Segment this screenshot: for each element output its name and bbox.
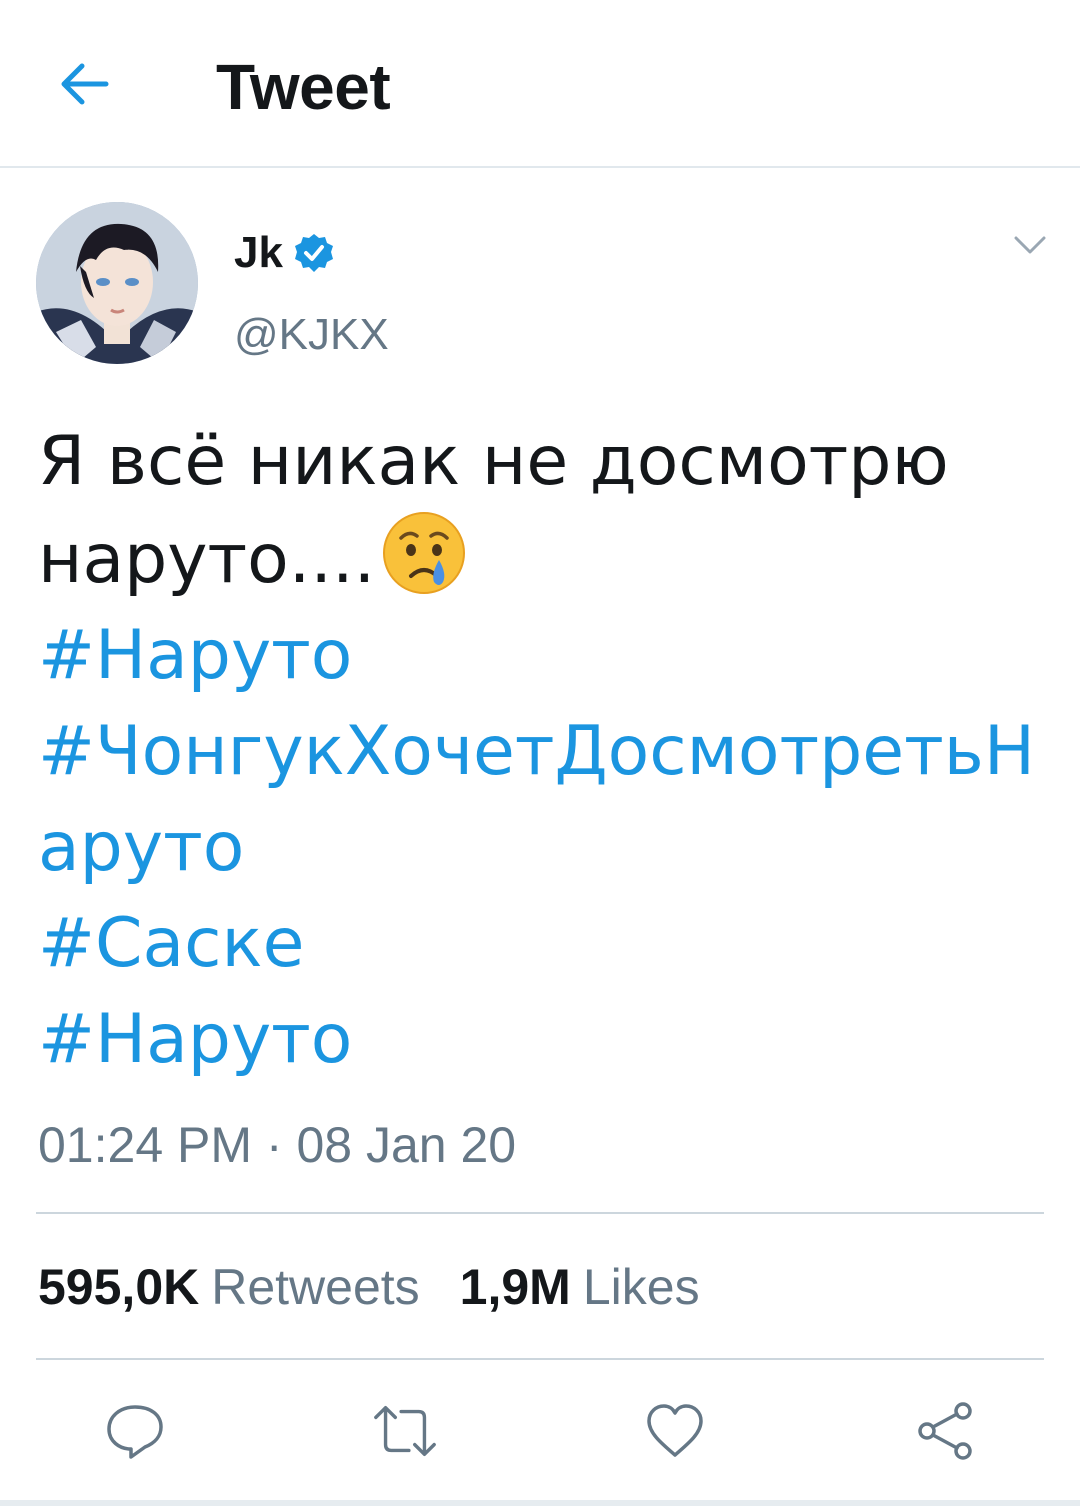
retweet-icon bbox=[374, 1405, 436, 1457]
divider bbox=[36, 1212, 1044, 1214]
retweets-count: 595,0K bbox=[38, 1259, 200, 1315]
arrow-left-icon bbox=[61, 63, 109, 105]
hashtag-link[interactable]: #Наруто bbox=[38, 608, 1048, 704]
reply-icon bbox=[107, 1405, 163, 1459]
top-bar: Tweet bbox=[0, 0, 1080, 168]
like-icon bbox=[647, 1404, 703, 1457]
action-bar bbox=[0, 1396, 1080, 1466]
divider bbox=[36, 1358, 1044, 1360]
tweet-text-line: Я всё никак не досмотрю bbox=[38, 422, 949, 501]
page-title: Tweet bbox=[216, 51, 391, 123]
like-button[interactable] bbox=[640, 1396, 710, 1466]
likes-label: Likes bbox=[582, 1259, 700, 1315]
share-button[interactable] bbox=[910, 1396, 980, 1466]
retweets-label: Retweets bbox=[211, 1259, 420, 1315]
avatar[interactable] bbox=[36, 202, 198, 364]
tweet-text-line-with-emoji: наруто.... bbox=[38, 510, 1048, 608]
hashtag-link[interactable]: #ЧонгукХочетДосмотретьНаруто bbox=[38, 704, 1048, 896]
hashtag-link[interactable]: #Наруто bbox=[38, 992, 1048, 1088]
author-name[interactable]: Jk bbox=[234, 228, 335, 278]
bottom-divider bbox=[0, 1500, 1080, 1506]
share-icon bbox=[918, 1402, 972, 1460]
tweet-body: Я всё никак не досмотрю наруто.... #Нару… bbox=[38, 414, 1048, 1088]
likes-stat[interactable]: 1,9M Likes bbox=[460, 1258, 700, 1316]
tweet-stats: 595,0K Retweets 1,9M Likes bbox=[38, 1258, 700, 1316]
crying-face-icon bbox=[383, 512, 466, 594]
author-handle[interactable]: @KJKX bbox=[234, 310, 389, 360]
back-button[interactable] bbox=[52, 52, 116, 116]
reply-button[interactable] bbox=[100, 1396, 170, 1466]
tweet-timestamp: 01:24 PM · 08 Jan 20 bbox=[38, 1117, 517, 1173]
hashtag-link[interactable]: #Саске bbox=[38, 896, 1048, 992]
verified-badge-icon bbox=[294, 234, 333, 272]
retweet-button[interactable] bbox=[370, 1396, 440, 1466]
tweet-text-line: наруто.... bbox=[38, 520, 376, 599]
likes-count: 1,9M bbox=[459, 1259, 571, 1315]
retweets-stat[interactable]: 595,0K Retweets bbox=[38, 1258, 420, 1316]
chevron-down-icon[interactable] bbox=[1008, 226, 1052, 266]
display-name[interactable]: Jk bbox=[234, 228, 283, 278]
